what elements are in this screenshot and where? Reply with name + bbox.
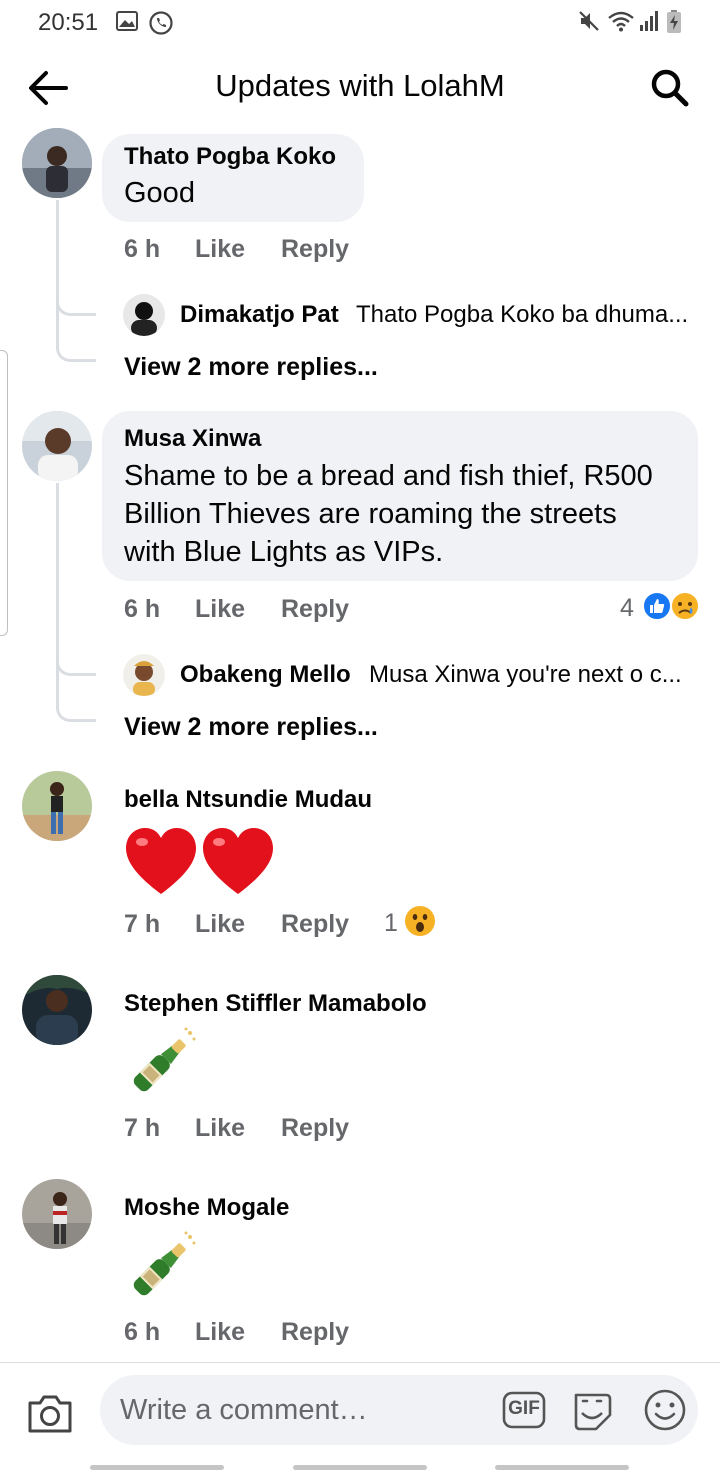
like-button[interactable]: Like bbox=[195, 910, 245, 939]
comment-time: 7 h bbox=[124, 1114, 161, 1142]
reaction-count[interactable]: 1 bbox=[384, 909, 398, 938]
reply-button[interactable]: Reply bbox=[281, 595, 349, 624]
whatsapp-icon bbox=[148, 10, 174, 41]
like-button[interactable]: Like bbox=[195, 1114, 245, 1143]
mute-icon bbox=[578, 10, 600, 37]
comment-author[interactable]: Musa Xinwa bbox=[124, 425, 261, 453]
nav-handle bbox=[90, 1465, 224, 1470]
battery-charging-icon bbox=[666, 10, 682, 39]
status-time: 20:51 bbox=[38, 9, 99, 36]
view-more-replies[interactable]: View 2 more replies... bbox=[124, 353, 378, 382]
search-button[interactable] bbox=[648, 66, 692, 110]
camera-icon bbox=[28, 1395, 72, 1433]
comment-bubble[interactable]: Musa Xinwa Shame to be a bread and fish … bbox=[102, 411, 698, 581]
gif-button[interactable]: GIF bbox=[502, 1389, 546, 1431]
sticker-button[interactable] bbox=[570, 1387, 616, 1433]
reply-button[interactable]: Reply bbox=[281, 1318, 349, 1347]
avatar[interactable] bbox=[22, 128, 92, 198]
nav-handle bbox=[495, 1465, 629, 1470]
comment-time: 6 h bbox=[124, 595, 161, 623]
gif-label: GIF bbox=[508, 1398, 540, 1419]
reaction-count[interactable]: 4 bbox=[620, 594, 634, 623]
page-title: Updates with LolahM bbox=[215, 68, 505, 103]
thread-branch bbox=[56, 300, 96, 362]
sticker-icon bbox=[574, 1393, 612, 1431]
comment-time: 7 h bbox=[124, 910, 161, 938]
like-reaction-icon[interactable] bbox=[642, 591, 672, 626]
sad-reaction-icon[interactable] bbox=[670, 591, 700, 626]
signal-icon bbox=[638, 10, 660, 37]
emoji-button[interactable] bbox=[642, 1387, 688, 1433]
reply-author[interactable]: Dimakatjo Pat bbox=[180, 301, 339, 329]
reply-snippet[interactable]: Thato Pogba Koko ba dhuma... bbox=[356, 301, 688, 329]
edge-scroll-handle[interactable] bbox=[0, 350, 8, 636]
thread-line bbox=[56, 483, 59, 658]
reply-avatar[interactable] bbox=[123, 294, 165, 336]
comment-time: 6 h bbox=[124, 1318, 161, 1346]
comment-text-line: with Blue Lights as VIPs. bbox=[124, 536, 444, 568]
wifi-icon bbox=[607, 10, 635, 37]
comment-input[interactable] bbox=[120, 1375, 490, 1445]
app-header: Updates with LolahM bbox=[0, 46, 720, 130]
comment-author[interactable]: bella Ntsundie Mudau bbox=[124, 786, 372, 814]
avatar[interactable] bbox=[22, 1179, 92, 1249]
camera-button[interactable] bbox=[26, 1391, 74, 1435]
comment-composer: GIF bbox=[0, 1362, 720, 1480]
thread-branch bbox=[56, 660, 96, 722]
avatar[interactable] bbox=[22, 411, 92, 481]
smiley-icon bbox=[644, 1389, 686, 1431]
comment-author[interactable]: Moshe Mogale bbox=[124, 1194, 289, 1222]
thread-line bbox=[56, 200, 59, 298]
comment-field[interactable]: GIF bbox=[100, 1375, 698, 1445]
comment-author[interactable]: Thato Pogba Koko bbox=[124, 143, 336, 171]
comment-text-line: Billion Thieves are roaming the streets bbox=[124, 498, 617, 530]
view-more-replies[interactable]: View 2 more replies... bbox=[124, 713, 378, 742]
like-button[interactable]: Like bbox=[195, 595, 245, 624]
search-icon bbox=[651, 69, 689, 107]
reply-button[interactable]: Reply bbox=[281, 910, 349, 939]
comment-bubble[interactable]: Thato Pogba Koko Good bbox=[102, 134, 364, 222]
nav-handle bbox=[293, 1465, 427, 1470]
comment-author[interactable]: Stephen Stiffler Mamabolo bbox=[124, 990, 427, 1018]
champagne-bottle-icon bbox=[124, 1231, 198, 1310]
like-button[interactable]: Like bbox=[195, 1318, 245, 1347]
reply-avatar[interactable] bbox=[123, 654, 165, 696]
reply-button[interactable]: Reply bbox=[281, 235, 349, 264]
avatar[interactable] bbox=[22, 975, 92, 1045]
status-bar: 20:51 bbox=[0, 0, 720, 46]
comment-text: Good bbox=[124, 177, 195, 209]
like-button[interactable]: Like bbox=[195, 235, 245, 264]
wow-reaction-icon[interactable] bbox=[404, 905, 436, 942]
reply-author[interactable]: Obakeng Mello bbox=[180, 661, 351, 689]
avatar[interactable] bbox=[22, 771, 92, 841]
reply-snippet[interactable]: Musa Xinwa you're next o c... bbox=[369, 661, 682, 689]
comment-text-line: Shame to be a bread and fish thief, R500 bbox=[124, 460, 653, 492]
comment-time: 6 h bbox=[124, 235, 161, 263]
champagne-bottle-icon bbox=[124, 1027, 198, 1106]
heart-icon bbox=[124, 826, 276, 903]
gallery-icon bbox=[116, 10, 138, 37]
reply-button[interactable]: Reply bbox=[281, 1114, 349, 1143]
